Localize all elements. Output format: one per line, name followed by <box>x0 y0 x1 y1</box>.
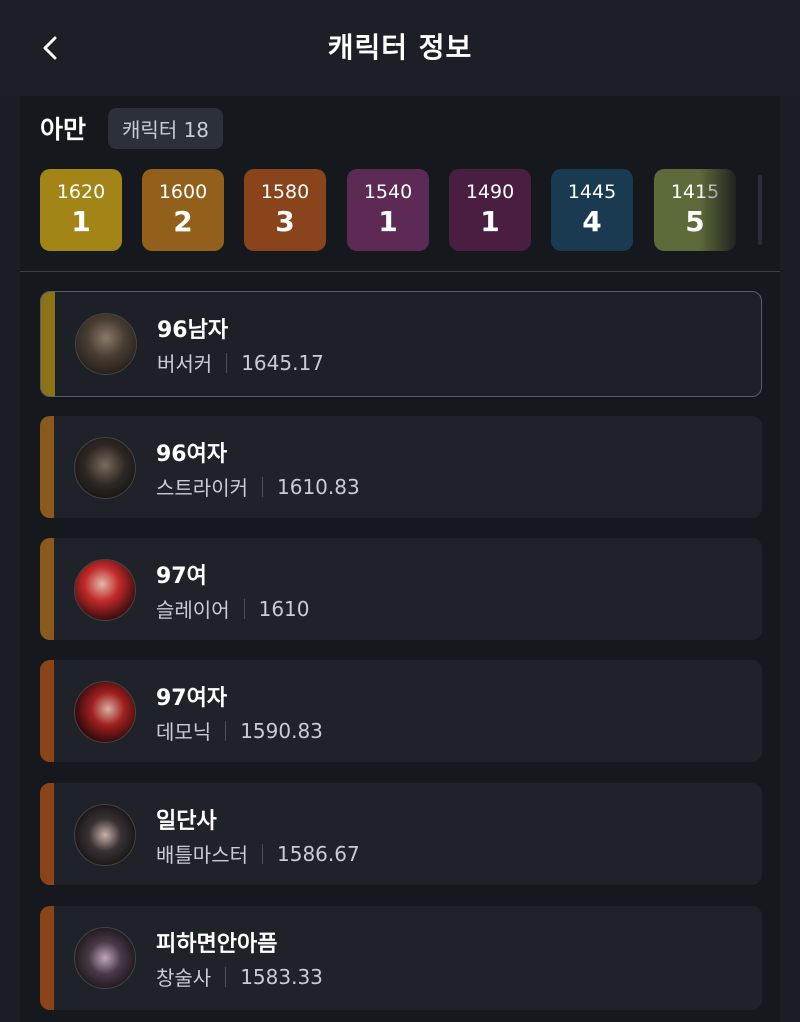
character-item-level: 1645.17 <box>241 350 324 375</box>
level-chip-ilvl: 1490 <box>465 181 515 203</box>
page-title: 캐릭터 정보 <box>327 31 473 64</box>
meta-separator <box>226 352 228 373</box>
level-chip-ilvl: 1600 <box>158 181 208 203</box>
character-name: 97여자 <box>156 686 228 711</box>
character-class: 스트라이커 <box>156 476 248 500</box>
meta-separator <box>262 843 263 864</box>
character-item-level: 1586.67 <box>277 841 360 866</box>
meta-separator <box>243 598 245 619</box>
character-item-level: 1590.83 <box>240 718 323 743</box>
character-card[interactable]: 96남자 버서커 1645.17 <box>40 291 762 397</box>
tier-stripe <box>40 660 54 762</box>
character-count-badge: 캐릭터 18 <box>108 107 224 149</box>
level-chip-overflow <box>758 175 762 245</box>
tier-stripe <box>40 906 54 1010</box>
meta-separator <box>225 966 227 987</box>
character-meta: 데모닉 1590.83 <box>156 716 323 745</box>
character-name: 피하면안아픔 <box>156 932 278 957</box>
character-card[interactable]: 97여 슬레이어 1610 <box>40 538 762 640</box>
level-chip-1445[interactable]: 1445 4 <box>551 169 633 251</box>
top-bar: 캐릭터 정보 <box>0 0 800 96</box>
character-meta: 배틀마스터 1586.67 <box>156 839 360 868</box>
character-item-level: 1583.33 <box>240 964 323 989</box>
level-chip-ilvl: 1540 <box>363 181 413 203</box>
avatar <box>74 927 136 989</box>
level-chip-count: 5 <box>685 205 705 238</box>
item-level-filter: 1620 1 1600 2 1580 3 1540 1 1490 1 1445 … <box>40 169 762 251</box>
divider <box>20 271 780 272</box>
level-chip-count: 1 <box>71 205 91 238</box>
level-chip-ilvl: 1580 <box>260 181 310 203</box>
character-class: 버서커 <box>157 352 213 376</box>
tier-stripe <box>40 416 54 518</box>
character-class: 슬레이어 <box>156 598 230 622</box>
character-name: 일단사 <box>156 809 217 834</box>
meta-separator <box>225 720 227 741</box>
character-card[interactable]: 피하면안아픔 창술사 1583.33 <box>40 906 762 1010</box>
level-chip-count: 3 <box>275 205 295 238</box>
tier-stripe <box>41 292 55 396</box>
character-meta: 스트라이커 1610.83 <box>156 472 360 501</box>
level-chip-ilvl: 1415 <box>670 181 720 203</box>
avatar <box>75 313 137 375</box>
tier-stripe <box>40 783 54 885</box>
level-chip-count: 1 <box>480 205 500 238</box>
character-meta: 버서커 1645.17 <box>157 348 324 377</box>
avatar <box>74 559 136 621</box>
character-name: 96남자 <box>157 318 229 343</box>
character-name: 97여 <box>156 564 207 589</box>
level-chip-1600[interactable]: 1600 2 <box>142 169 224 251</box>
level-chip-1490[interactable]: 1490 1 <box>449 169 531 251</box>
character-card[interactable]: 일단사 배틀마스터 1586.67 <box>40 783 762 885</box>
server-name: 아만 <box>40 115 87 144</box>
character-item-level: 1610.83 <box>277 474 360 499</box>
avatar <box>74 804 136 866</box>
level-chip-1580[interactable]: 1580 3 <box>244 169 326 251</box>
level-chip-ilvl: 1620 <box>56 181 106 203</box>
level-chip-count: 4 <box>582 205 602 238</box>
level-chip-count: 1 <box>378 205 398 238</box>
character-item-level: 1610 <box>258 596 310 621</box>
avatar <box>74 437 136 499</box>
avatar <box>74 681 136 743</box>
character-card[interactable]: 97여자 데모닉 1590.83 <box>40 660 762 762</box>
character-name: 96여자 <box>156 442 228 467</box>
level-chip-1415[interactable]: 1415 5 <box>654 169 736 251</box>
tier-stripe <box>40 538 54 640</box>
character-meta: 슬레이어 1610 <box>156 594 310 623</box>
level-chip-1540[interactable]: 1540 1 <box>347 169 429 251</box>
level-chip-1620[interactable]: 1620 1 <box>40 169 122 251</box>
character-class: 창술사 <box>156 966 212 990</box>
level-chip-count: 2 <box>173 205 193 238</box>
level-chip-ilvl: 1445 <box>567 181 617 203</box>
character-class: 배틀마스터 <box>156 843 248 867</box>
meta-separator <box>262 476 263 497</box>
character-card[interactable]: 96여자 스트라이커 1610.83 <box>40 416 762 518</box>
server-row: 아만 캐릭터 18 <box>40 107 224 149</box>
character-meta: 창술사 1583.33 <box>156 962 323 991</box>
character-class: 데모닉 <box>156 720 212 744</box>
